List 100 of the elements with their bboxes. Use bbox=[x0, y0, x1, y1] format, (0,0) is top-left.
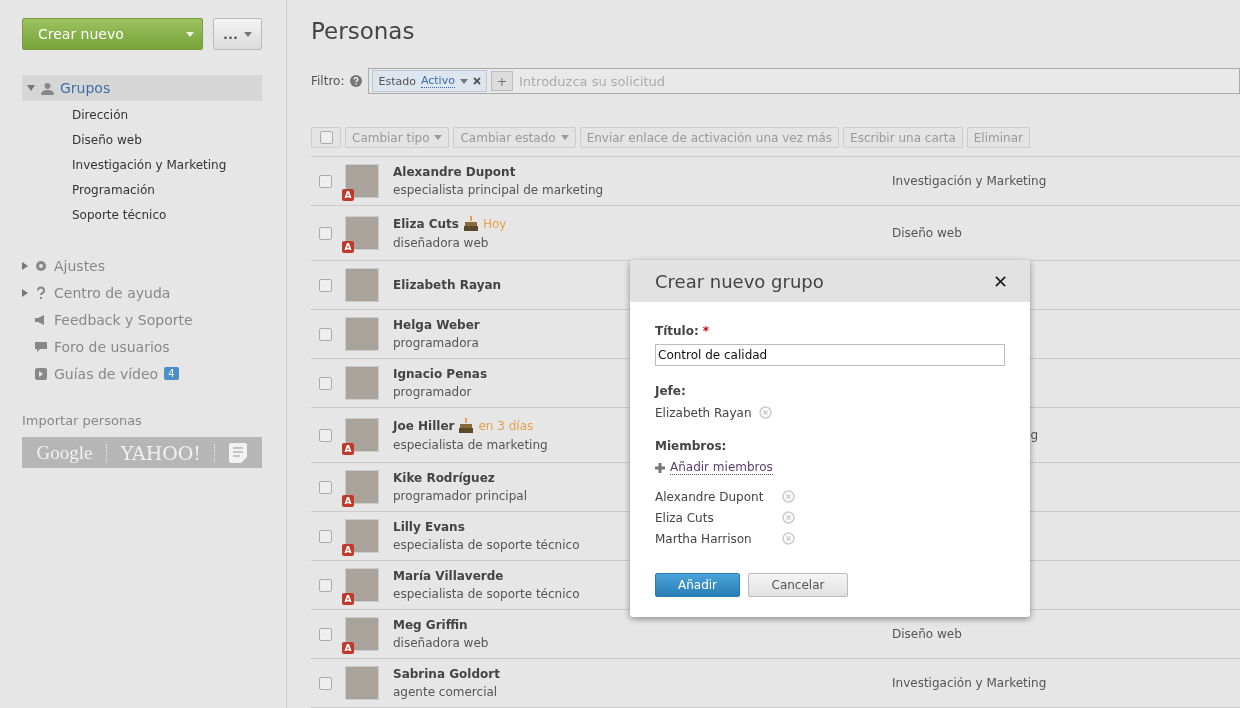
cake-icon bbox=[459, 418, 474, 434]
person-name[interactable]: Ignacio Penas bbox=[393, 367, 488, 381]
help-icon[interactable] bbox=[350, 75, 363, 87]
filter-label: Filtro: bbox=[311, 74, 345, 88]
add-button[interactable]: Añadir bbox=[655, 573, 740, 597]
member-name: Martha Harrison bbox=[655, 531, 753, 546]
remove-icon[interactable] bbox=[782, 511, 795, 524]
status-badge: A bbox=[342, 593, 354, 605]
remove-icon[interactable] bbox=[782, 490, 795, 503]
person-name[interactable]: Meg Griffin bbox=[393, 618, 468, 632]
tag-value[interactable]: Activo bbox=[420, 74, 455, 88]
row-checkbox[interactable] bbox=[319, 376, 332, 390]
dialog-title: Crear nuevo grupo bbox=[655, 270, 824, 292]
row-checkbox[interactable] bbox=[319, 226, 332, 240]
group-item[interactable]: Diseño web bbox=[22, 128, 262, 153]
person-name[interactable]: Helga Weber bbox=[393, 318, 480, 332]
person-role: especialista principal de marketing bbox=[393, 183, 604, 197]
play-icon bbox=[34, 366, 48, 381]
person-role: programadora bbox=[393, 336, 479, 350]
person-name[interactable]: Lilly Evans bbox=[393, 520, 465, 534]
person-name[interactable]: Eliza Cuts bbox=[393, 217, 459, 231]
person-name[interactable]: Sabrina Goldort bbox=[393, 667, 500, 681]
row-checkbox[interactable] bbox=[319, 278, 332, 292]
close-icon[interactable] bbox=[472, 77, 481, 85]
row-checkbox[interactable] bbox=[319, 480, 332, 494]
row-checkbox[interactable] bbox=[319, 428, 332, 442]
members-label: Miembros: bbox=[655, 439, 728, 453]
person-role: programador principal bbox=[393, 489, 527, 503]
expand-arrow-icon[interactable] bbox=[22, 288, 28, 297]
sidebar-link-label: Feedback y Soporte bbox=[54, 311, 193, 328]
sidebar-link-label: Foro de usuarios bbox=[54, 338, 170, 355]
head-label: Jefe: bbox=[655, 384, 687, 398]
row-checkbox[interactable] bbox=[319, 578, 332, 592]
group-item[interactable]: Dirección bbox=[22, 103, 262, 128]
row-checkbox[interactable] bbox=[319, 174, 332, 188]
row-checkbox[interactable] bbox=[319, 327, 332, 341]
sidebar-link-row[interactable]: Guías de vídeo 4 bbox=[22, 364, 262, 383]
remove-icon[interactable] bbox=[782, 532, 795, 545]
photo-placeholder bbox=[345, 418, 379, 452]
person-name[interactable]: Kike Rodríguez bbox=[393, 471, 495, 485]
caret-icon bbox=[434, 135, 443, 140]
member-name: Eliza Cuts bbox=[655, 510, 715, 525]
title-input[interactable]: Control de calidad bbox=[655, 344, 1005, 366]
status-badge: A bbox=[342, 241, 354, 253]
row-checkbox[interactable] bbox=[319, 676, 332, 690]
person-name[interactable]: Joe Hiller bbox=[393, 419, 455, 433]
photo-placeholder bbox=[345, 164, 379, 198]
department-text: g bbox=[1029, 428, 1038, 442]
tag-name: Estado bbox=[378, 74, 416, 88]
sidebar-link-label: Centro de ayuda bbox=[54, 284, 171, 301]
group-item[interactable]: Investigación y Marketing bbox=[22, 153, 262, 178]
expand-arrow-icon[interactable] bbox=[22, 261, 28, 270]
cancel-button[interactable]: Cancelar bbox=[748, 573, 848, 597]
group-item[interactable]: Programación bbox=[22, 178, 262, 203]
more-button[interactable]: ... bbox=[213, 18, 262, 50]
caret-icon bbox=[459, 78, 468, 84]
status-badge: A bbox=[342, 443, 354, 455]
collapse-arrow-icon[interactable] bbox=[27, 85, 35, 91]
filter-tag[interactable]: Estado Activo bbox=[372, 70, 487, 92]
group-item[interactable]: Soporte técnico bbox=[22, 203, 262, 228]
title-label: Título: bbox=[655, 324, 699, 338]
photo-placeholder bbox=[345, 366, 379, 400]
add-filter-button[interactable]: + bbox=[490, 71, 513, 91]
page-title: Personas bbox=[311, 18, 416, 46]
gear-icon bbox=[34, 258, 48, 273]
row-checkbox[interactable] bbox=[319, 529, 332, 543]
add-members-link[interactable]: Añadir miembros bbox=[670, 460, 773, 475]
department-text: Diseño web bbox=[892, 226, 962, 240]
person-name[interactable]: Elizabeth Rayan bbox=[393, 278, 502, 292]
person-role: especialista de soporte técnico bbox=[393, 587, 580, 601]
status-badge: A bbox=[342, 642, 354, 654]
member-name: Alexandre Dupont bbox=[655, 489, 765, 504]
caret-icon bbox=[243, 31, 252, 37]
cake-icon bbox=[463, 216, 478, 232]
photo-placeholder bbox=[345, 268, 379, 302]
caret-icon bbox=[186, 31, 194, 37]
document-icon[interactable] bbox=[229, 442, 248, 463]
row-checkbox[interactable] bbox=[319, 627, 332, 641]
remove-icon[interactable] bbox=[758, 406, 772, 419]
question-mark-icon bbox=[34, 285, 48, 300]
plus-icon[interactable] bbox=[655, 462, 665, 473]
person-name[interactable]: Alexandre Dupont bbox=[393, 165, 516, 179]
status-badge: A bbox=[342, 189, 354, 201]
groups-label: Grupos bbox=[60, 80, 111, 96]
department-text: Diseño web bbox=[892, 627, 962, 641]
select-all-checkbox[interactable] bbox=[311, 127, 341, 148]
person-role: agente comercial bbox=[393, 685, 498, 699]
person-role: diseñadora web bbox=[393, 236, 489, 250]
photo-placeholder bbox=[345, 216, 379, 250]
person-role: programador bbox=[393, 385, 472, 399]
filter-field[interactable]: Estado Activo + Introduzca su solicitud bbox=[368, 68, 1240, 94]
department-text: Investigación y Marketing bbox=[892, 676, 1047, 690]
birthday-text: en 3 días bbox=[478, 419, 534, 433]
person-role: especialista de marketing bbox=[393, 438, 548, 452]
person-role: especialista de soporte técnico bbox=[393, 538, 580, 552]
groups-item[interactable]: Grupos bbox=[22, 75, 262, 101]
status-badge: A bbox=[342, 544, 354, 556]
photo-placeholder bbox=[345, 317, 379, 351]
close-button[interactable]: ✕ bbox=[992, 270, 1008, 292]
person-name[interactable]: María Villaverde bbox=[393, 569, 504, 583]
